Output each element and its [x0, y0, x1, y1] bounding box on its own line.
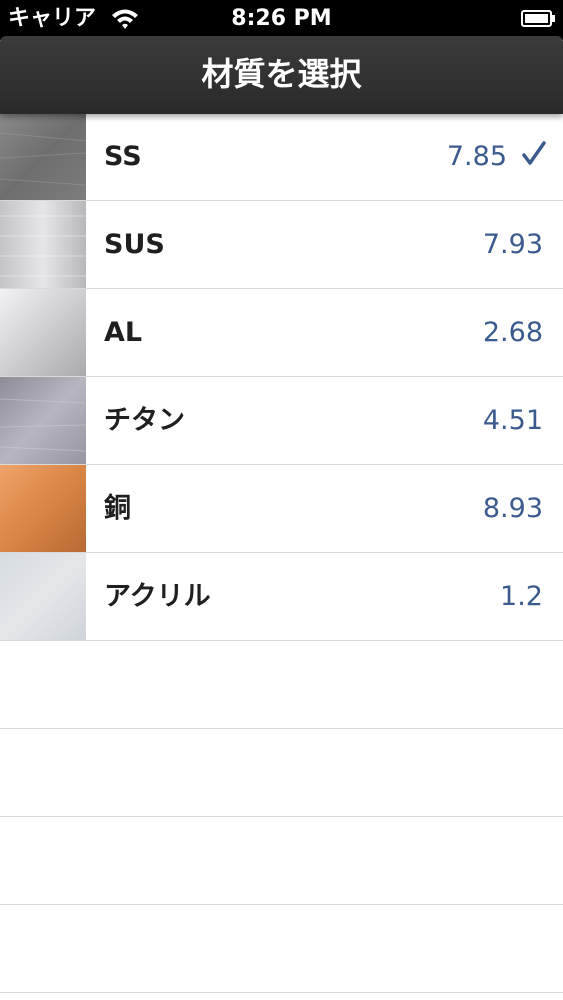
material-row-sus[interactable]: SUS 7.93 [0, 201, 563, 289]
empty-row [0, 729, 563, 817]
density-value: 7.85 [446, 141, 507, 172]
titanium-texture-thumbnail [0, 377, 86, 464]
material-name: アクリル [104, 581, 211, 612]
material-name: チタン [104, 405, 185, 436]
steel-texture-thumbnail [0, 113, 86, 200]
material-row-al[interactable]: AL 2.68 [0, 289, 563, 377]
stainless-texture-thumbnail [0, 201, 86, 288]
copper-texture-thumbnail [0, 465, 86, 552]
checkmark-icon [522, 141, 546, 165]
empty-row [0, 817, 563, 905]
material-row-titanium[interactable]: チタン 4.51 [0, 377, 563, 465]
density-value: 2.68 [482, 317, 543, 348]
empty-row [0, 641, 563, 729]
status-time: 8:26 PM [231, 6, 332, 31]
empty-row [0, 905, 563, 993]
density-value: 8.93 [482, 493, 543, 524]
material-name: SS [104, 141, 142, 172]
material-row-copper[interactable]: 銅 8.93 [0, 465, 563, 553]
density-value: 7.93 [482, 229, 543, 260]
battery-icon [521, 10, 555, 27]
density-value: 4.51 [482, 405, 543, 436]
density-value: 1.2 [500, 581, 543, 612]
page-title: 材質を選択 [201, 55, 362, 93]
material-row-acrylic[interactable]: アクリル 1.2 [0, 553, 563, 641]
status-bar: キャリア 8:26 PM [0, 0, 563, 40]
material-list: SS 7.85 SUS 7.93 AL 2.68 チタン 4.51 銅 8.93… [0, 113, 563, 993]
navigation-bar: 材質を選択 [0, 36, 563, 114]
material-name: SUS [104, 229, 165, 260]
aluminum-texture-thumbnail [0, 289, 86, 376]
material-name: AL [104, 317, 143, 348]
acrylic-texture-thumbnail [0, 553, 86, 640]
material-name: 銅 [104, 493, 131, 524]
material-row-ss[interactable]: SS 7.85 [0, 113, 563, 201]
